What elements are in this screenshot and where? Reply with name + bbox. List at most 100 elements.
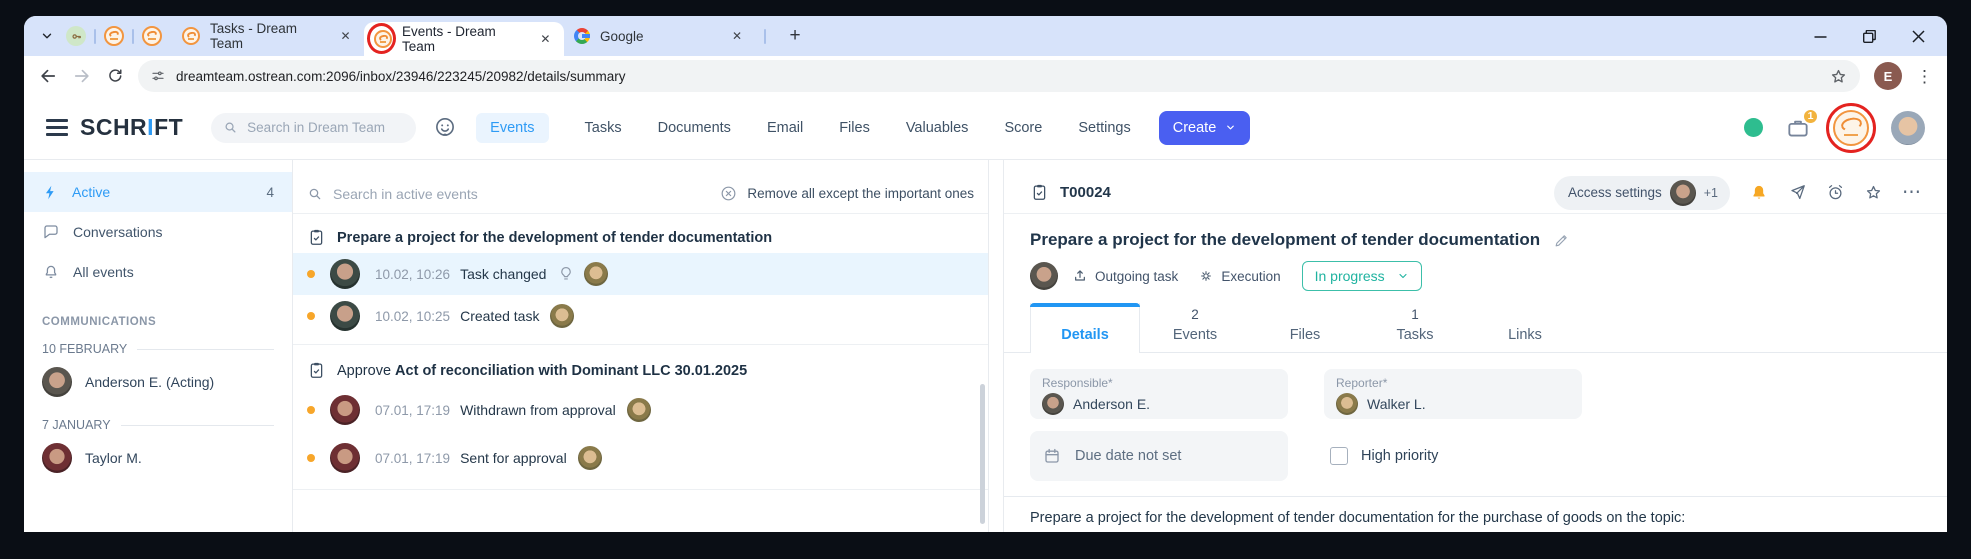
- search-placeholder: Search in Dream Team: [247, 120, 385, 135]
- divider: [293, 344, 988, 345]
- more-actions-icon[interactable]: ⋯: [1902, 183, 1921, 202]
- pinned-tab-team-icon[interactable]: [142, 26, 162, 46]
- pinned-tab-team-icon[interactable]: [104, 26, 124, 46]
- sidebar-item-all-events[interactable]: All events: [24, 252, 292, 292]
- sidebar-item-conversations[interactable]: Conversations: [24, 212, 292, 252]
- site-info-icon[interactable]: [150, 68, 166, 84]
- restore-icon[interactable]: [1863, 30, 1876, 43]
- bookmark-star-icon[interactable]: [1829, 67, 1848, 86]
- nav-events[interactable]: Events: [476, 113, 548, 143]
- close-tab-icon[interactable]: ✕: [728, 27, 746, 45]
- global-search-input[interactable]: Search in Dream Team: [211, 113, 416, 143]
- outgoing-icon: [1072, 268, 1088, 284]
- new-tab-button[interactable]: +: [782, 23, 808, 49]
- reload-icon[interactable]: [106, 67, 124, 85]
- browser-window: Tasks - Dream Team ✕ Events - Dream Team…: [24, 16, 1947, 532]
- responsible-field[interactable]: Responsible* Anderson E.: [1030, 369, 1288, 419]
- close-tab-icon[interactable]: ✕: [337, 27, 354, 45]
- tab-events[interactable]: 2 Events: [1140, 303, 1250, 352]
- nav-tasks[interactable]: Tasks: [585, 120, 622, 136]
- hamburger-menu-icon[interactable]: [46, 119, 68, 137]
- reporter-field[interactable]: Reporter* Walker L.: [1324, 369, 1582, 419]
- pinned-tab-key-icon[interactable]: [66, 26, 86, 46]
- browser-profile-avatar[interactable]: E: [1874, 62, 1902, 90]
- events-search-input[interactable]: Search in active events: [333, 186, 478, 202]
- nav-email[interactable]: Email: [767, 120, 803, 136]
- member-avatar: [1670, 180, 1696, 206]
- extra-members-count: +1: [1704, 186, 1718, 200]
- sidebar-person-taylor[interactable]: Taylor M.: [24, 436, 292, 480]
- actor-avatar: [330, 301, 360, 331]
- forward-icon[interactable]: [72, 66, 92, 86]
- owner-avatar[interactable]: [1030, 262, 1058, 290]
- app-logo[interactable]: SCHRIFT: [80, 114, 183, 141]
- tab-tasks[interactable]: Tasks - Dream Team ✕: [172, 16, 364, 56]
- sidebar-item-active[interactable]: Active 4: [24, 172, 292, 212]
- scrollbar-thumb[interactable]: [980, 384, 985, 524]
- chevron-down-icon: [40, 29, 54, 43]
- task-title: Prepare a project for the development of…: [1030, 230, 1540, 250]
- tab-google[interactable]: Google ✕: [564, 16, 756, 56]
- support-icon[interactable]: [432, 115, 458, 141]
- nav-files[interactable]: Files: [839, 120, 870, 136]
- close-tab-icon[interactable]: ✕: [537, 30, 554, 48]
- header-right-cluster: 1: [1744, 110, 1925, 146]
- tab-separator: [764, 29, 766, 44]
- nav-settings[interactable]: Settings: [1078, 120, 1130, 136]
- minimize-icon[interactable]: [1814, 30, 1827, 43]
- due-date-field[interactable]: Due date not set: [1030, 431, 1288, 481]
- tab-events-active[interactable]: Events - Dream Team ✕: [364, 22, 564, 56]
- clipboard-check-icon: [307, 228, 326, 247]
- nav-valuables[interactable]: Valuables: [906, 120, 969, 136]
- back-icon[interactable]: [38, 66, 58, 86]
- inbox-briefcase-button[interactable]: 1: [1785, 115, 1811, 141]
- edit-pencil-icon[interactable]: [1553, 232, 1570, 249]
- browser-tab-strip: Tasks - Dream Team ✕ Events - Dream Team…: [24, 16, 1947, 56]
- workspace-logo[interactable]: [1833, 110, 1869, 146]
- task-detail-panel: T00024 Access settings +1 ⋯ Prepare a pr…: [1003, 160, 1947, 532]
- stage-label: Execution: [1221, 269, 1280, 284]
- event-row[interactable]: 07.01, 17:19 Withdrawn from approval: [293, 386, 988, 434]
- status-dropdown[interactable]: In progress: [1302, 261, 1422, 291]
- nav-documents[interactable]: Documents: [658, 120, 731, 136]
- event-row[interactable]: 07.01, 17:19 Sent for approval: [293, 434, 988, 482]
- clipboard-check-icon: [1030, 183, 1049, 202]
- divider: [293, 489, 988, 490]
- close-window-icon[interactable]: [1912, 30, 1925, 43]
- tab-title: Events - Dream Team: [402, 24, 527, 54]
- event-row[interactable]: 10.02, 10:25 Created task: [293, 295, 988, 337]
- target-avatar: [627, 398, 651, 422]
- create-button[interactable]: Create: [1159, 111, 1251, 145]
- access-settings-button[interactable]: Access settings +1: [1554, 176, 1730, 210]
- responsible-avatar: [1042, 393, 1064, 415]
- tab-files[interactable]: Files: [1250, 303, 1360, 352]
- unread-dot: [307, 270, 315, 278]
- tab-tasks[interactable]: 1 Tasks: [1360, 303, 1470, 352]
- high-priority-checkbox[interactable]: [1330, 447, 1348, 465]
- address-bar[interactable]: dreamteam.ostrean.com:2096/inbox/23946/2…: [138, 60, 1860, 92]
- sidebar-person-anderson[interactable]: Anderson E. (Acting): [24, 360, 292, 404]
- person-avatar: [42, 443, 72, 473]
- nav-score[interactable]: Score: [1004, 120, 1042, 136]
- url-text[interactable]: dreamteam.ostrean.com:2096/inbox/23946/2…: [176, 69, 626, 84]
- tab-search-button[interactable]: [34, 23, 60, 49]
- tab-details[interactable]: Details: [1030, 303, 1140, 353]
- remove-filter-button[interactable]: Remove all except the important ones: [719, 184, 974, 203]
- favorite-star-icon[interactable]: [1864, 183, 1883, 202]
- notifications-bell-icon[interactable]: [1749, 183, 1769, 203]
- tab-title: Tasks - Dream Team: [210, 21, 327, 51]
- unread-dot: [307, 454, 315, 462]
- tab-links[interactable]: Links: [1470, 303, 1580, 352]
- reminder-clock-icon[interactable]: [1826, 183, 1845, 202]
- events-list-panel: Search in active events Remove all excep…: [293, 160, 989, 532]
- event-group-header[interactable]: Approve Act of reconciliation with Domin…: [293, 347, 988, 386]
- send-icon[interactable]: [1788, 183, 1807, 202]
- pinned-tab-separator: [132, 29, 134, 44]
- window-controls: [1814, 30, 1947, 43]
- event-row[interactable]: 10.02, 10:26 Task changed: [293, 253, 988, 295]
- browser-menu-icon[interactable]: ⋮: [1916, 68, 1933, 85]
- detail-actions: Access settings +1 ⋯: [1554, 176, 1921, 210]
- target-avatar: [584, 262, 608, 286]
- user-avatar[interactable]: [1891, 111, 1925, 145]
- event-group-header[interactable]: Prepare a project for the development of…: [293, 214, 988, 253]
